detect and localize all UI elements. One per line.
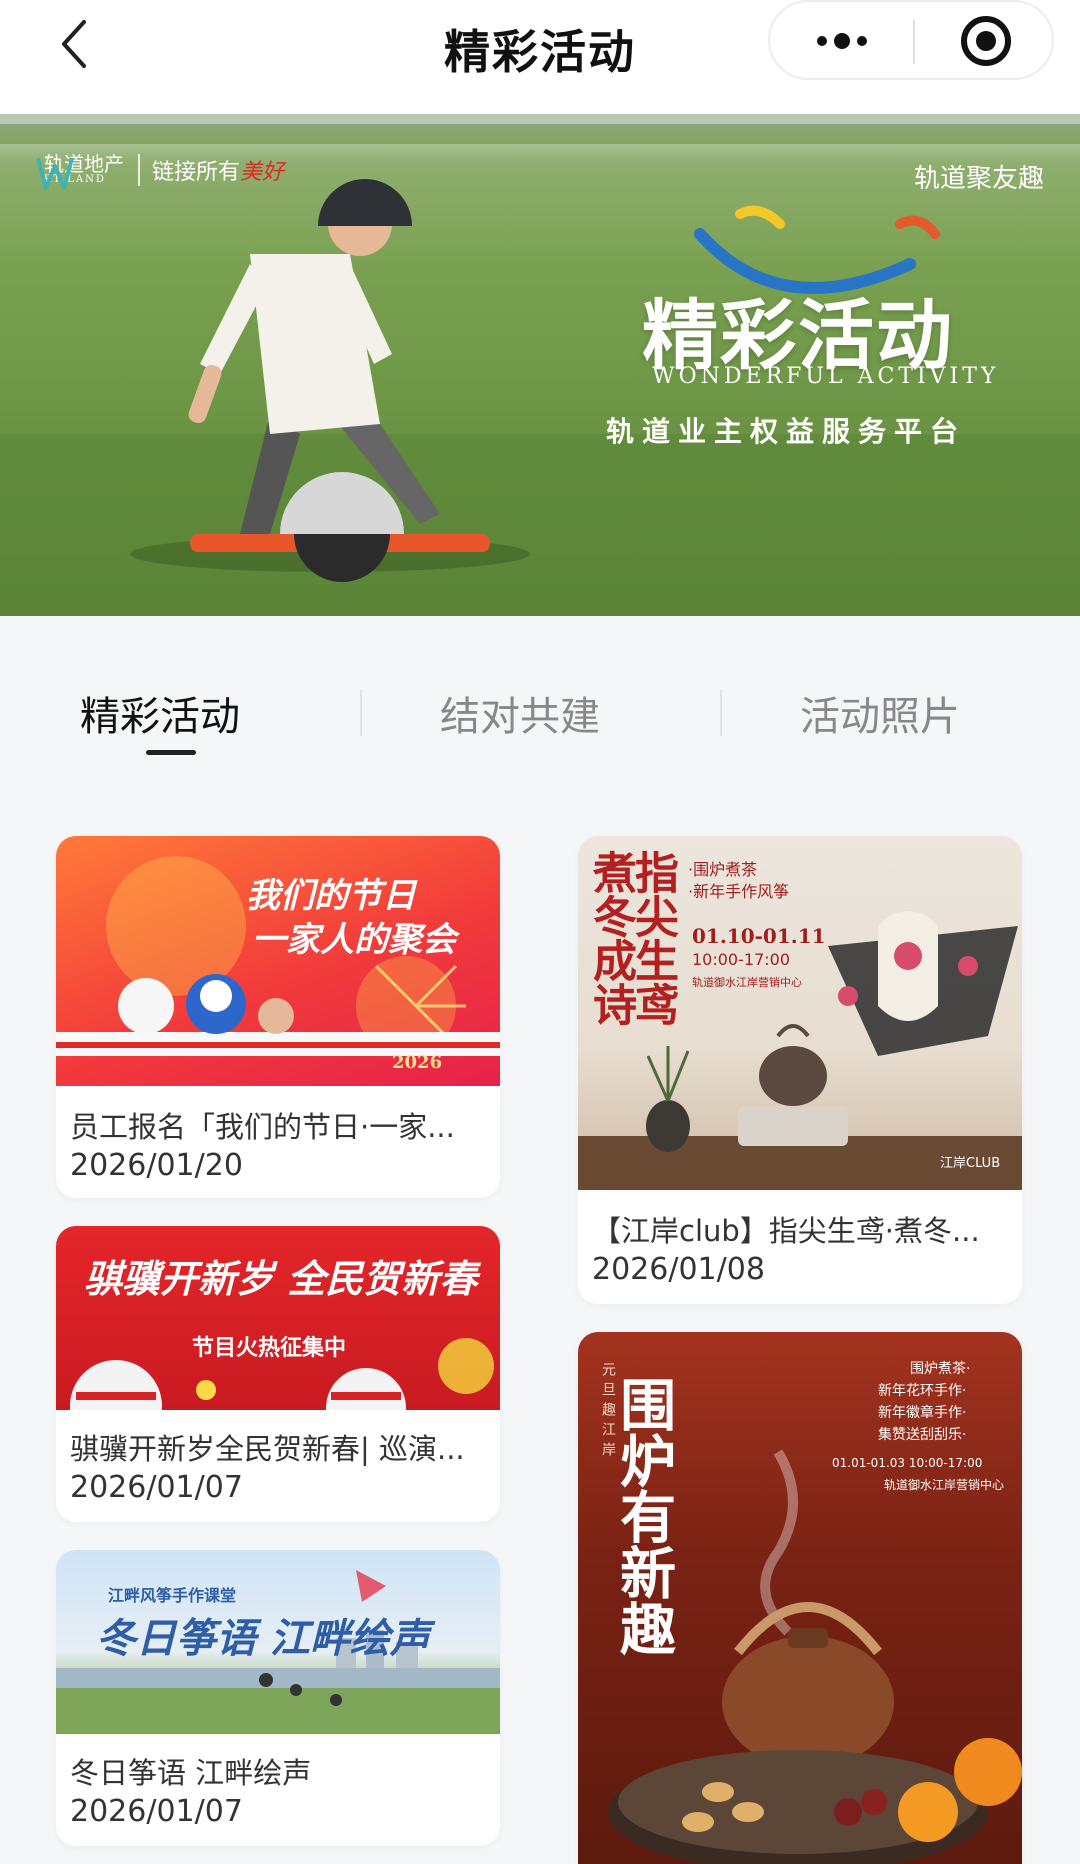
card-image: 骐骥开新岁 全民贺新春 节目火热征集中 (56, 1226, 500, 1410)
slogan-prefix: 链接所有 (152, 160, 241, 185)
more-dots-icon (816, 33, 867, 49)
tab-divider (360, 690, 362, 736)
card-image-dates: 01.01-01.03 10:00-17:00 (832, 1456, 983, 1470)
card-title: 冬日筝语 江畔绘声 (70, 1756, 312, 1790)
activity-card[interactable]: 指尖生鸢 煮冬成诗 ·围炉煮茶 ·新年手作风筝 01.10-01.11 10:0… (578, 836, 1022, 1304)
target-close-icon (960, 16, 1011, 66)
card-image: 指尖生鸢 煮冬成诗 ·围炉煮茶 ·新年手作风筝 01.10-01.11 10:0… (578, 836, 1022, 1190)
card-image-item-2: ·新年手作风筝 (688, 882, 790, 901)
card-image-venue: 轨道御水江岸营销中心 (692, 976, 802, 989)
card-image: 围炉有新趣 元旦趣江岸 围炉煮茶· 新年花环手作· 新年徽章手作· 集赞送刮刮乐… (578, 1332, 1022, 1864)
card-image-headline-2: 煮冬成诗 (585, 850, 636, 1026)
card-image-headline: 骐骥开新岁 全民贺新春 (84, 1256, 478, 1301)
card-image-times: 10:00-17:00 (692, 950, 790, 969)
banner-subtitle-en: WONDERFUL ACTIVITY (652, 364, 1000, 389)
activity-card[interactable]: 我们的节日 一家人的聚会 2026 员工报名「我们的节日·一家... 2026/… (56, 836, 500, 1198)
top-nav-bar: 精彩活动 (0, 0, 1080, 114)
activity-card[interactable]: 骐骥开新岁 全民贺新春 节目火热征集中 骐骥开新岁全民贺新春| 巡演... 20… (56, 1226, 500, 1522)
more-button[interactable] (770, 2, 913, 80)
card-image-side: 元旦趣江岸 (600, 1362, 616, 1462)
mini-program-capsule (768, 0, 1054, 80)
activity-card[interactable]: 江畔风筝手作课堂 冬日筝语 江畔绘声 冬日筝语 江畔绘声 2026/01/07 (56, 1550, 500, 1846)
card-image-list-item: 围炉煮茶· (910, 1361, 971, 1377)
tab-partnership[interactable]: 结对共建 (370, 684, 670, 742)
card-image-headline-2: 一家人的聚会 (252, 920, 456, 960)
card-title: 骐骥开新岁全民贺新春| 巡演... (70, 1432, 465, 1466)
card-image-headline: 冬日筝语 江畔绘声 (96, 1615, 430, 1662)
hero-banner[interactable]: 轨道地产 RT LAND 链接所有美好 轨道聚友趣 精彩活动 WONDERFUL… (0, 114, 1080, 616)
card-image-club: 江岸CLUB (940, 1156, 1001, 1171)
slogan: 链接所有美好 (138, 154, 284, 186)
card-date: 2026/01/08 (592, 1252, 765, 1287)
card-image-sub: 节目火热征集中 (192, 1335, 347, 1361)
slogan-suffix: 美好 (240, 160, 285, 185)
card-image-list-item: 新年花环手作· (878, 1383, 967, 1399)
active-tab-indicator (146, 750, 196, 755)
card-image-headline-1: 我们的节日 (246, 876, 416, 916)
banner-subtitle-cn: 轨道业主权益服务平台 (606, 415, 967, 448)
tab-bar: 精彩活动 结对共建 活动照片 (0, 616, 1080, 766)
card-title: 【江岸club】指尖生鸢·煮冬... (592, 1214, 980, 1248)
card-date: 2026/01/20 (70, 1148, 243, 1183)
card-image-list-item: 集赞送刮刮乐· (878, 1427, 967, 1443)
tab-activities[interactable]: 精彩活动 (10, 684, 310, 742)
card-image: 我们的节日 一家人的聚会 2026 (56, 836, 500, 1086)
card-title: 员工报名「我们的节日·一家... (70, 1110, 455, 1144)
card-image-list-item: 新年徽章手作· (878, 1405, 967, 1421)
tab-divider (720, 690, 722, 736)
activity-card[interactable]: 围炉有新趣 元旦趣江岸 围炉煮茶· 新年花环手作· 新年徽章手作· 集赞送刮刮乐… (578, 1332, 1022, 1864)
card-image-headline: 围炉有新趣 (610, 1376, 677, 1656)
card-date: 2026/01/07 (70, 1470, 243, 1505)
card-image-year: 2026 (392, 1052, 443, 1073)
card-date: 2026/01/07 (70, 1794, 243, 1829)
card-image-headline-1: 指尖生鸢 (627, 850, 678, 1026)
card-image-venue: 轨道御水江岸营销中心 (884, 1478, 1005, 1492)
tab-photos[interactable]: 活动照片 (730, 684, 1030, 742)
brand-logo: 轨道地产 RT LAND 链接所有美好 (36, 154, 284, 190)
card-image-item-1: ·围炉煮茶 (688, 860, 758, 879)
card-image-top: 江畔风筝手作课堂 (108, 1586, 237, 1605)
brand-name: 轨道聚友趣 (913, 164, 1044, 194)
card-image-dates: 01.10-01.11 (692, 924, 826, 948)
card-image: 江畔风筝手作课堂 冬日筝语 江畔绘声 (56, 1550, 500, 1734)
close-button[interactable] (915, 2, 1056, 80)
rtland-logo-icon (36, 157, 74, 190)
